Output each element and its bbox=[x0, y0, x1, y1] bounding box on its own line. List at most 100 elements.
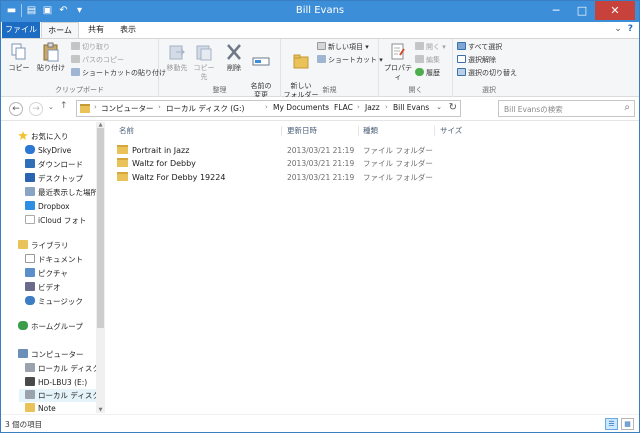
select-none-button[interactable]: 選択解除 bbox=[457, 55, 496, 66]
history-button[interactable]: 履歴 bbox=[415, 68, 440, 79]
recent-locations-button[interactable]: ⌄ bbox=[48, 103, 54, 111]
breadcrumb-jazz[interactable]: Jazz bbox=[365, 103, 380, 112]
select-all-button[interactable]: すべて選択 bbox=[457, 42, 502, 53]
picture-icon bbox=[25, 268, 35, 277]
paste-shortcut-button[interactable]: ショートカットの貼り付け bbox=[71, 68, 166, 79]
nav-favorites-label: お気に入り bbox=[31, 132, 69, 141]
forward-button[interactable]: → bbox=[29, 102, 43, 116]
nav-item-desktop[interactable]: デスクトップ bbox=[25, 172, 83, 185]
file-name: Waltz for Debby bbox=[132, 159, 196, 168]
address-history-dropdown[interactable]: ⌄ bbox=[436, 103, 442, 111]
column-header-type[interactable]: 種類 bbox=[363, 124, 378, 138]
nav-item-recent-places[interactable]: 最近表示した場所 bbox=[25, 186, 98, 199]
copy-button[interactable]: コピー bbox=[7, 42, 31, 73]
column-divider[interactable] bbox=[281, 126, 282, 136]
paste-label: 貼り付け bbox=[37, 64, 65, 72]
column-header-name[interactable]: 名前 bbox=[119, 124, 134, 138]
nav-homegroup[interactable]: ホームグループ bbox=[18, 320, 83, 333]
nav-item-local-disk-g[interactable]: ローカル ディスク (G bbox=[19, 389, 105, 402]
ribbon-controls: ⌄ ? bbox=[614, 24, 633, 34]
invert-selection-button[interactable]: 選択の切り替え bbox=[457, 68, 517, 79]
nav-item-downloads[interactable]: ダウンロード bbox=[25, 158, 83, 171]
copy-path-button[interactable]: パスのコピー bbox=[71, 55, 124, 66]
breadcrumb-flac[interactable]: FLAC bbox=[334, 103, 353, 112]
details-view-button[interactable]: ☰ bbox=[605, 418, 618, 430]
tab-file[interactable]: ファイル bbox=[2, 22, 40, 38]
navigation-pane-scrollbar[interactable]: ▲ ▼ bbox=[96, 122, 105, 413]
file-row[interactable]: Waltz for Debby 2013/03/21 21:19 ファイル フォ… bbox=[117, 157, 447, 170]
easy-access-button[interactable]: ショートカット ▾ bbox=[317, 55, 383, 66]
nav-item-label: ダウンロード bbox=[38, 160, 83, 169]
nav-item-label: ローカル ディスク (G bbox=[38, 391, 105, 400]
nav-item-music[interactable]: ミュージック bbox=[25, 295, 83, 308]
nav-item-note[interactable]: Note bbox=[25, 402, 56, 413]
nav-item-dropbox[interactable]: Dropbox bbox=[25, 200, 70, 213]
nav-item-label: ピクチャ bbox=[38, 269, 68, 278]
tab-home[interactable]: ホーム bbox=[41, 22, 79, 38]
invert-selection-label: 選択の切り替え bbox=[468, 69, 517, 77]
address-bar[interactable]: › コンピューター › ローカル ディスク (G:) › My Document… bbox=[76, 100, 461, 117]
column-divider[interactable] bbox=[434, 126, 435, 136]
external-drive-icon bbox=[25, 377, 35, 386]
shortcut-icon bbox=[71, 68, 80, 76]
nav-item-videos[interactable]: ビデオ bbox=[25, 281, 61, 294]
clipboard-group-label: クリップボード bbox=[55, 86, 104, 94]
chevron-down-icon[interactable]: ⌄ bbox=[614, 24, 622, 34]
file-row[interactable]: Waltz For Debby 19224 2013/03/21 21:19 フ… bbox=[117, 171, 447, 184]
tab-share[interactable]: 共有 bbox=[81, 22, 111, 38]
new-item-icon bbox=[317, 42, 326, 50]
nav-favorites[interactable]: お気に入り bbox=[18, 130, 69, 143]
path-icon bbox=[71, 55, 80, 63]
edit-button[interactable]: 編集 bbox=[415, 55, 440, 66]
delete-button[interactable]: 削除 bbox=[223, 42, 245, 73]
nav-item-skydrive[interactable]: SkyDrive bbox=[25, 144, 71, 157]
up-button[interactable]: ↑ bbox=[60, 101, 68, 111]
column-header-size[interactable]: サイズ bbox=[440, 124, 462, 138]
new-item-button[interactable]: 新しい項目 ▾ bbox=[317, 42, 369, 53]
nav-item-hd-lbu3[interactable]: HD-LBU3 (E:) bbox=[25, 376, 87, 389]
scroll-down-icon[interactable]: ▼ bbox=[96, 407, 105, 413]
help-icon[interactable]: ? bbox=[628, 24, 633, 34]
search-icon[interactable]: ⌕ bbox=[624, 102, 630, 113]
select-none-label: 選択解除 bbox=[468, 56, 496, 64]
nav-item-label: Dropbox bbox=[38, 202, 70, 211]
nav-item-pictures[interactable]: ピクチャ bbox=[25, 267, 68, 280]
cut-button[interactable]: 切り取り bbox=[71, 42, 110, 53]
large-icons-view-button[interactable]: ▦ bbox=[621, 418, 634, 430]
properties-label: プロパティ bbox=[384, 64, 412, 81]
paste-button[interactable]: 貼り付け bbox=[35, 42, 67, 73]
open-icon bbox=[415, 42, 424, 50]
file-row[interactable]: Portrait in Jazz 2013/03/21 21:19 ファイル フ… bbox=[117, 144, 447, 157]
copy-to-button[interactable]: コピー先 bbox=[191, 42, 217, 82]
nav-libraries[interactable]: ライブラリ bbox=[18, 239, 69, 252]
folder-icon bbox=[117, 158, 128, 167]
move-to-button[interactable]: 移動先 bbox=[165, 42, 189, 73]
breadcrumb-computer[interactable]: コンピューター bbox=[101, 103, 154, 114]
open-label: 開く bbox=[426, 43, 440, 51]
search-input[interactable]: Bill Evansの検索 ⌕ bbox=[498, 100, 635, 117]
minimize-button[interactable]: ─ bbox=[543, 1, 569, 20]
status-bar: 3 個の項目 ☰ ▦ bbox=[1, 414, 639, 432]
file-name: Waltz For Debby 19224 bbox=[132, 173, 226, 182]
scrollbar-thumb[interactable] bbox=[97, 128, 104, 328]
refresh-icon[interactable]: ↻ bbox=[449, 102, 457, 113]
nav-item-documents[interactable]: ドキュメント bbox=[25, 253, 83, 266]
organize-group: 移動先 コピー先 削除 名前の 変更 整理 bbox=[159, 39, 281, 99]
nav-item-icloud-photos[interactable]: iCloud フォト bbox=[25, 214, 86, 227]
column-header-date-modified[interactable]: 更新日時 bbox=[287, 124, 317, 138]
nav-item-local-disk-c[interactable]: ローカル ディスク (C bbox=[25, 362, 105, 375]
breadcrumb-local-disk-g[interactable]: ローカル ディスク (G:) bbox=[166, 103, 244, 114]
breadcrumb-bill-evans[interactable]: Bill Evans bbox=[393, 103, 429, 112]
column-divider[interactable] bbox=[358, 126, 359, 136]
open-button[interactable]: 開く ▾ bbox=[415, 42, 446, 53]
nav-computer[interactable]: コンピューター bbox=[18, 348, 84, 361]
drive-icon bbox=[25, 390, 35, 399]
select-all-label: すべて選択 bbox=[468, 43, 503, 51]
breadcrumb-my-documents[interactable]: My Documents bbox=[273, 103, 329, 112]
edit-icon bbox=[415, 55, 424, 63]
close-button[interactable]: ✕ bbox=[595, 1, 635, 20]
back-button[interactable]: ← bbox=[9, 102, 23, 116]
tab-view[interactable]: 表示 bbox=[113, 22, 143, 38]
properties-button[interactable]: プロパティ bbox=[381, 42, 415, 82]
maximize-button[interactable]: □ bbox=[569, 1, 595, 20]
